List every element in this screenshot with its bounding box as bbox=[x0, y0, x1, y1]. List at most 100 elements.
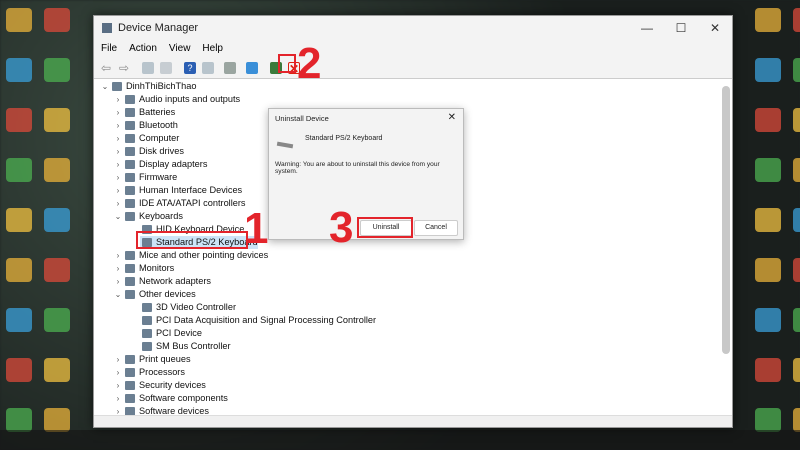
desktop-shortcut-icon[interactable] bbox=[44, 108, 70, 132]
desktop-shortcut-icon[interactable] bbox=[6, 158, 32, 182]
tree-item[interactable]: 3D Video Controller bbox=[140, 301, 236, 314]
tree-item[interactable]: › Display adapters bbox=[113, 158, 207, 171]
tree-item[interactable]: › Audio inputs and outputs bbox=[113, 93, 240, 106]
tree-item[interactable]: › Processors bbox=[113, 366, 185, 379]
view-icon[interactable] bbox=[202, 61, 214, 74]
horizontal-scrollbar[interactable] bbox=[94, 415, 732, 427]
tree-item[interactable]: › Software devices bbox=[113, 405, 209, 415]
tree-item[interactable]: SM Bus Controller bbox=[140, 340, 231, 353]
back-icon[interactable]: ⇦ bbox=[100, 62, 112, 74]
desktop-shortcut-icon[interactable] bbox=[6, 258, 32, 282]
tree-item[interactable]: › Security devices bbox=[113, 379, 206, 392]
collapse-icon[interactable]: ⌄ bbox=[100, 80, 110, 93]
expand-icon[interactable]: › bbox=[113, 262, 123, 275]
tree-item[interactable]: › Network adapters bbox=[113, 275, 211, 288]
desktop-shortcut-icon[interactable] bbox=[755, 158, 781, 182]
expand-icon[interactable]: › bbox=[113, 171, 123, 184]
collapse-icon[interactable]: ⌄ bbox=[113, 210, 123, 223]
desktop-shortcut-icon[interactable] bbox=[793, 308, 800, 332]
menu-file[interactable]: File bbox=[101, 43, 117, 54]
help-icon[interactable]: ? bbox=[184, 61, 196, 74]
tree-item[interactable]: › Human Interface Devices bbox=[113, 184, 242, 197]
desktop-shortcut-icon[interactable] bbox=[793, 108, 800, 132]
collapse-icon[interactable]: ⌄ bbox=[113, 288, 123, 301]
expand-icon[interactable]: › bbox=[113, 392, 123, 405]
forward-icon[interactable]: ⇨ bbox=[118, 62, 130, 74]
tree-item[interactable]: › Print queues bbox=[113, 353, 191, 366]
desktop-shortcut-icon[interactable] bbox=[44, 58, 70, 82]
expand-icon[interactable]: › bbox=[113, 366, 123, 379]
desktop-shortcut-icon[interactable] bbox=[44, 308, 70, 332]
desktop-shortcut-icon[interactable] bbox=[755, 208, 781, 232]
maximize-button[interactable]: ☐ bbox=[664, 21, 698, 35]
tree-root[interactable]: ⌄ DinhThiBichThao bbox=[100, 80, 196, 93]
menu-action[interactable]: Action bbox=[129, 43, 157, 54]
tree-item-label: Software devices bbox=[139, 406, 209, 415]
desktop-shortcut-icon[interactable] bbox=[6, 408, 32, 432]
desktop-shortcut-icon[interactable] bbox=[793, 8, 800, 32]
expand-icon[interactable]: › bbox=[113, 275, 123, 288]
menu-view[interactable]: View bbox=[169, 43, 191, 54]
tree-item[interactable]: › Computer bbox=[113, 132, 179, 145]
expand-icon[interactable]: › bbox=[113, 132, 123, 145]
close-button[interactable]: ✕ bbox=[698, 21, 732, 35]
desktop-shortcut-icon[interactable] bbox=[755, 8, 781, 32]
desktop-shortcut-icon[interactable] bbox=[755, 308, 781, 332]
desktop-shortcut-icon[interactable] bbox=[44, 258, 70, 282]
desktop-shortcut-icon[interactable] bbox=[6, 358, 32, 382]
dialog-close-button[interactable]: ✕ bbox=[448, 112, 456, 123]
desktop-shortcut-icon[interactable] bbox=[793, 158, 800, 182]
expand-icon[interactable]: › bbox=[113, 249, 123, 262]
desktop-shortcut-icon[interactable] bbox=[793, 208, 800, 232]
expand-icon[interactable]: › bbox=[113, 184, 123, 197]
tree-item[interactable]: PCI Device bbox=[140, 327, 202, 340]
desktop-shortcut-icon[interactable] bbox=[6, 108, 32, 132]
desktop-shortcut-icon[interactable] bbox=[44, 208, 70, 232]
desktop-shortcut-icon[interactable] bbox=[755, 408, 781, 432]
desktop-shortcut-icon[interactable] bbox=[6, 208, 32, 232]
desktop-shortcut-icon[interactable] bbox=[6, 308, 32, 332]
expand-icon[interactable]: › bbox=[113, 158, 123, 171]
monitor-icon[interactable] bbox=[246, 61, 258, 74]
desktop-shortcut-icon[interactable] bbox=[793, 258, 800, 282]
tree-item[interactable]: ⌄ Other devices bbox=[113, 288, 196, 301]
minimize-button[interactable]: — bbox=[630, 21, 664, 35]
tree-item[interactable]: ⌄ Keyboards bbox=[113, 210, 183, 223]
desktop-shortcut-icon[interactable] bbox=[6, 8, 32, 32]
tree-item[interactable]: › Software components bbox=[113, 392, 228, 405]
expand-icon[interactable]: › bbox=[113, 197, 123, 210]
expand-icon[interactable]: › bbox=[113, 379, 123, 392]
desktop-shortcut-icon[interactable] bbox=[44, 358, 70, 382]
menu-help[interactable]: Help bbox=[202, 43, 223, 54]
desktop-shortcut-icon[interactable] bbox=[755, 108, 781, 132]
expand-icon[interactable]: › bbox=[113, 106, 123, 119]
scan-icon[interactable] bbox=[224, 61, 236, 74]
tree-item[interactable]: › Firmware bbox=[113, 171, 177, 184]
desktop-shortcut-icon[interactable] bbox=[793, 408, 800, 432]
vertical-scrollbar[interactable] bbox=[722, 86, 730, 354]
tree-item[interactable]: › Bluetooth bbox=[113, 119, 178, 132]
expand-icon[interactable]: › bbox=[113, 145, 123, 158]
desktop-shortcut-icon[interactable] bbox=[44, 158, 70, 182]
cancel-button[interactable]: Cancel bbox=[414, 220, 458, 236]
tree-item[interactable]: PCI Data Acquisition and Signal Processi… bbox=[140, 314, 376, 327]
tree-item[interactable]: › Batteries bbox=[113, 106, 175, 119]
properties-icon[interactable] bbox=[142, 61, 154, 74]
menu-bar: File Action View Help bbox=[94, 40, 732, 57]
desktop-shortcut-icon[interactable] bbox=[755, 258, 781, 282]
desktop-shortcut-icon[interactable] bbox=[44, 8, 70, 32]
desktop-shortcut-icon[interactable] bbox=[755, 58, 781, 82]
tree-item[interactable]: › Monitors bbox=[113, 262, 174, 275]
expand-icon[interactable]: › bbox=[113, 119, 123, 132]
desktop-shortcut-icon[interactable] bbox=[755, 358, 781, 382]
expand-icon[interactable]: › bbox=[113, 405, 123, 415]
expand-icon[interactable]: › bbox=[113, 93, 123, 106]
tree-item[interactable]: › Disk drives bbox=[113, 145, 184, 158]
desktop-shortcut-icon[interactable] bbox=[6, 58, 32, 82]
desktop-shortcut-icon[interactable] bbox=[793, 358, 800, 382]
window-icon[interactable] bbox=[160, 61, 172, 74]
desktop-shortcut-icon[interactable] bbox=[44, 408, 70, 432]
expand-icon[interactable]: › bbox=[113, 353, 123, 366]
tree-item[interactable]: › IDE ATA/ATAPI controllers bbox=[113, 197, 246, 210]
desktop-shortcut-icon[interactable] bbox=[793, 58, 800, 82]
